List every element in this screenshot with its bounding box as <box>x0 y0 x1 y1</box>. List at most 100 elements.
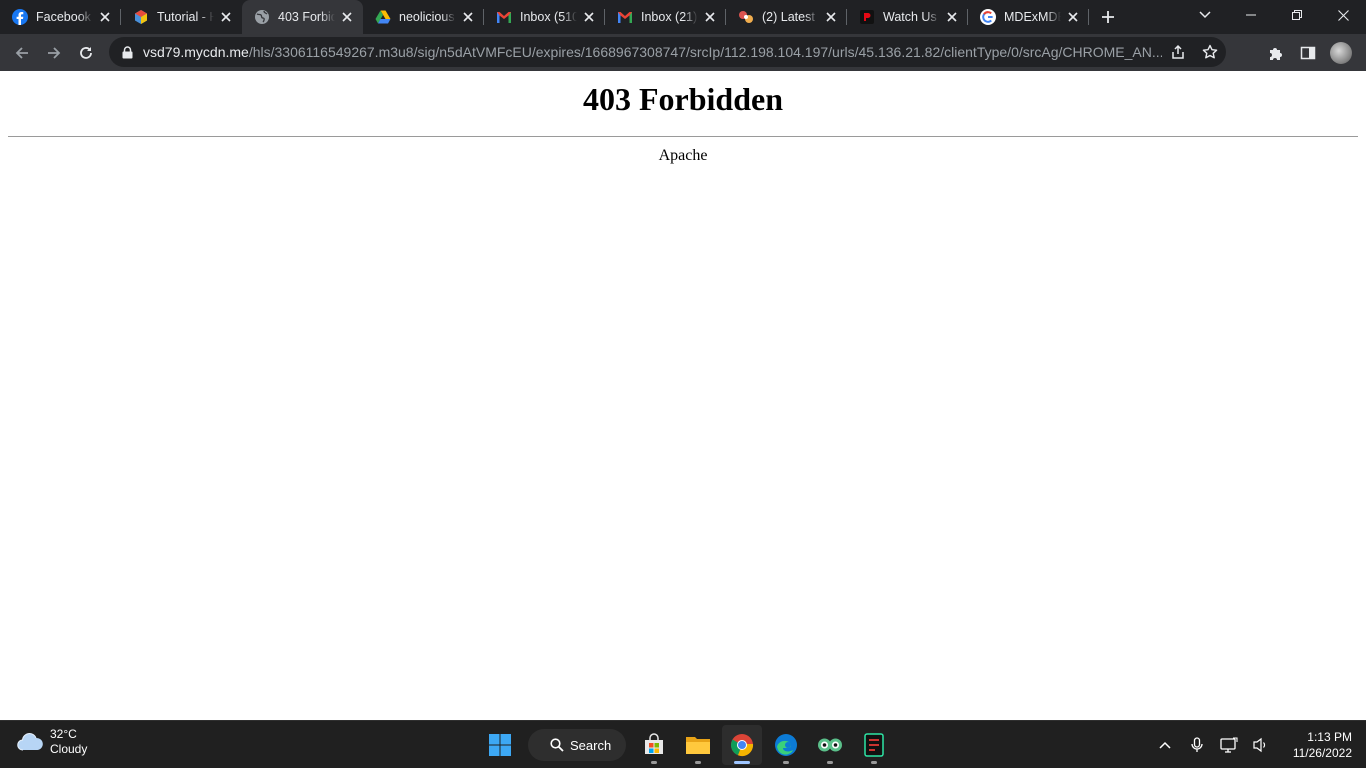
gmail-icon <box>617 9 633 25</box>
side-panel-button[interactable] <box>1292 37 1324 69</box>
window-controls <box>1228 0 1366 34</box>
system-tray: 1:13 PM 11/26/2022 <box>1149 721 1366 768</box>
share-button[interactable] <box>1162 37 1194 67</box>
taskbar-search[interactable]: Search <box>528 729 626 761</box>
tab-tutorial[interactable]: Tutorial - HTML <box>121 0 242 34</box>
running-indicator <box>783 761 789 764</box>
server-signature: Apache <box>658 147 708 164</box>
address-bar[interactable]: vsd79.mycdn.me/hls/3306116549267.m3u8/si… <box>109 37 1226 67</box>
tab-inbox-510[interactable]: Inbox (510) <box>484 0 605 34</box>
tab-title: MDExMDE <box>1004 10 1061 24</box>
url-host: vsd79.mycdn.me <box>143 44 249 60</box>
windows-icon <box>489 734 511 756</box>
tab-google-drive[interactable]: neolicious1 - Google Drive <box>363 0 484 34</box>
close-icon[interactable] <box>581 9 597 25</box>
clock-date: 11/26/2022 <box>1292 746 1352 760</box>
close-icon[interactable] <box>702 9 718 25</box>
taskbar-edge[interactable] <box>766 725 806 765</box>
clock[interactable]: 1:13 PM 11/26/2022 <box>1293 729 1352 761</box>
microphone-button[interactable] <box>1185 733 1209 757</box>
close-icon[interactable] <box>944 9 960 25</box>
tab-strip: Facebook Tutorial - HTML 403 Forbidden <box>0 0 1366 34</box>
owl-icon <box>818 738 842 752</box>
clock-time: 1:13 PM <box>1307 730 1352 744</box>
restore-icon <box>1292 10 1302 20</box>
extensions-button[interactable] <box>1260 37 1292 69</box>
globe-icon <box>254 9 270 25</box>
network-icon <box>1220 737 1238 753</box>
taskbar-store[interactable] <box>634 725 674 765</box>
chrome-icon <box>730 734 754 757</box>
close-icon[interactable] <box>97 9 113 25</box>
tab-watch-us[interactable]: Watch Us Now <box>847 0 968 34</box>
forward-button[interactable] <box>38 37 70 69</box>
posts-icon <box>738 9 754 25</box>
search-label: Search <box>570 737 612 753</box>
chevron-down-icon <box>1199 11 1211 19</box>
gmail-icon <box>496 9 512 25</box>
close-icon[interactable] <box>823 9 839 25</box>
tab-search-button[interactable] <box>1190 0 1220 30</box>
cloud-icon <box>17 733 43 751</box>
tab-facebook[interactable]: Facebook <box>0 0 121 34</box>
tab-title: 403 Forbidden <box>278 10 335 24</box>
taskbar-file-explorer[interactable] <box>678 725 718 765</box>
facebook-icon <box>12 9 28 25</box>
tutorial-icon <box>133 9 149 25</box>
minimize-button[interactable] <box>1228 0 1274 30</box>
star-icon <box>1202 44 1218 59</box>
tab-latest-posts[interactable]: (2) Latest posts <box>726 0 847 34</box>
arrow-right-icon <box>48 46 61 59</box>
toolbar-right <box>1260 34 1366 71</box>
weather-temp: 32°C <box>50 727 77 741</box>
start-button[interactable] <box>480 725 520 765</box>
close-icon[interactable] <box>460 9 476 25</box>
tab-title: neolicious1 - Google Drive <box>399 10 456 24</box>
reload-button[interactable] <box>70 37 102 69</box>
running-indicator <box>871 761 877 764</box>
back-button[interactable] <box>6 37 38 69</box>
watch-icon <box>859 9 875 25</box>
browser-toolbar: vsd79.mycdn.me/hls/3306116549267.m3u8/si… <box>0 34 1366 71</box>
url-path: /hls/3306116549267.m3u8/sig/n5dAtVMFcEU/… <box>248 44 1162 60</box>
close-window-button[interactable] <box>1320 0 1366 30</box>
volume-button[interactable] <box>1249 733 1273 757</box>
drive-icon <box>375 9 391 25</box>
share-icon <box>1172 44 1184 59</box>
close-icon <box>1337 9 1349 21</box>
running-indicator <box>695 761 701 764</box>
running-indicator <box>734 761 750 764</box>
tab-403-forbidden[interactable]: 403 Forbidden <box>242 0 363 34</box>
tab-mdexmde[interactable]: MDExMDE <box>968 0 1089 34</box>
divider <box>8 136 1358 137</box>
show-hidden-icons-button[interactable] <box>1153 733 1177 757</box>
taskbar-notes-app[interactable] <box>854 725 894 765</box>
restore-button[interactable] <box>1274 0 1320 30</box>
minimize-icon <box>1246 14 1256 16</box>
tab-list: Facebook Tutorial - HTML 403 Forbidden <box>0 0 1123 34</box>
edge-icon <box>775 734 797 756</box>
url-text[interactable]: vsd79.mycdn.me/hls/3306116549267.m3u8/si… <box>143 44 1162 60</box>
new-tab-button[interactable] <box>1093 0 1123 34</box>
close-icon[interactable] <box>1065 9 1081 25</box>
speaker-icon <box>1253 737 1265 753</box>
tab-title: Inbox (21) <box>641 10 698 24</box>
taskbar-chrome[interactable] <box>722 725 762 765</box>
folder-icon <box>686 737 710 754</box>
store-icon <box>645 733 663 754</box>
bookmark-button[interactable] <box>1194 37 1226 67</box>
close-icon[interactable] <box>218 9 234 25</box>
microphone-icon <box>1191 737 1203 752</box>
taskbar-owl-app[interactable] <box>810 725 850 765</box>
weather-widget[interactable]: 32°C Cloudy <box>16 727 87 757</box>
tab-inbox-21[interactable]: Inbox (21) <box>605 0 726 34</box>
tab-title: Tutorial - HTML <box>157 10 214 24</box>
page-content: 403 Forbidden Apache <box>0 71 1366 720</box>
lock-icon[interactable] <box>119 44 135 60</box>
network-button[interactable] <box>1217 733 1241 757</box>
avatar[interactable] <box>1330 41 1352 64</box>
running-indicator <box>827 761 833 764</box>
tab-title: Inbox (510) <box>520 10 577 24</box>
reload-icon <box>80 46 92 59</box>
close-icon[interactable] <box>339 9 355 25</box>
